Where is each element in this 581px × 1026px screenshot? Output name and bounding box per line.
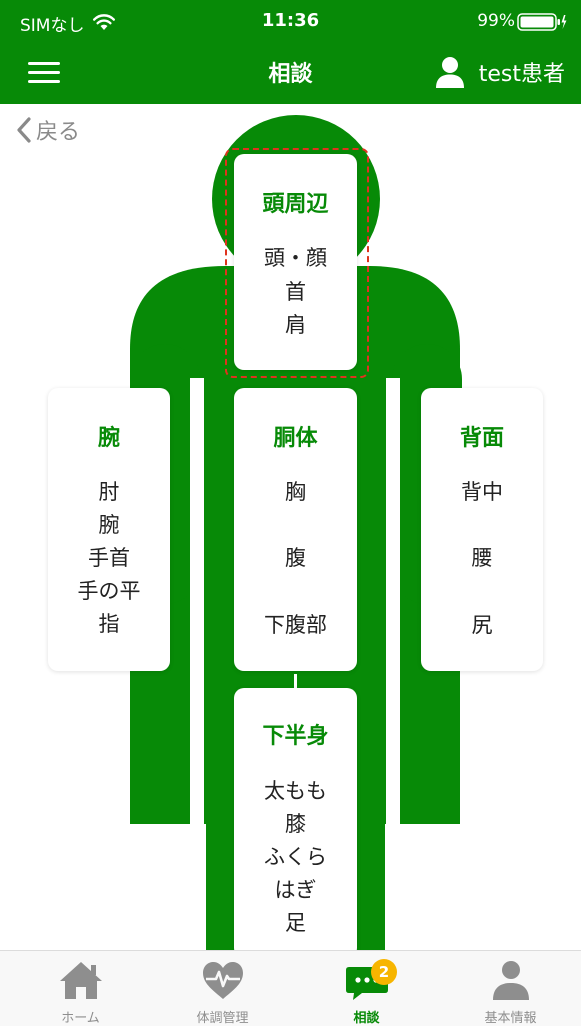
tab-label-health: 体調管理 — [196, 1011, 249, 1026]
navigation-bar: 相談 test患者 — [0, 40, 581, 104]
region-item[interactable]: 下腹部 — [234, 611, 357, 639]
region-item[interactable]: 肩 — [234, 311, 357, 339]
region-item[interactable]: 足 — [234, 909, 357, 937]
tab-consultation[interactable]: 2 相談 — [294, 951, 439, 1026]
bottom-tab-bar: ホーム 体調管理 2 相談 基本情報 — [0, 950, 581, 1026]
tab-basic-info[interactable]: 基本情報 — [438, 951, 581, 1026]
region-card-torso[interactable]: 胴体 胸 腹 下腹部 — [234, 388, 357, 671]
region-item[interactable]: 尻 — [421, 611, 543, 639]
battery-icon — [517, 13, 567, 31]
region-item[interactable]: 手の平 — [48, 577, 170, 605]
region-item[interactable]: 胸 — [234, 478, 357, 506]
region-card-back[interactable]: 背面 背中 腰 尻 — [421, 388, 543, 671]
region-item[interactable]: 背中 — [421, 478, 543, 506]
user-icon — [435, 57, 464, 88]
status-bar: SIMなし 11:36 99% — [0, 0, 581, 40]
region-item[interactable]: 指 — [48, 610, 170, 638]
notification-badge: 2 — [371, 959, 397, 985]
tab-home[interactable]: ホーム — [8, 951, 153, 1026]
region-item[interactable]: ふくら — [234, 843, 357, 871]
region-title-head: 頭周辺 — [262, 192, 329, 217]
user-profile-button[interactable]: test患者 — [435, 52, 565, 92]
region-item[interactable]: 首 — [234, 278, 357, 306]
consultation-screen: SIMなし 11:36 99% 相談 test患者 戻る 頭周辺 頭・顔 首 肩… — [0, 0, 581, 1026]
region-item[interactable]: 太もも — [234, 777, 357, 805]
region-title-lower-body: 下半身 — [262, 724, 329, 749]
region-item[interactable]: 手首 — [48, 544, 170, 572]
tab-label-basic-info: 基本情報 — [484, 1011, 537, 1026]
region-title-back: 背面 — [459, 426, 504, 451]
heart-pulse-icon — [202, 962, 243, 999]
region-card-lower-body[interactable]: 下半身 太もも 膝 ふくら はぎ 足 — [234, 688, 357, 958]
region-item[interactable]: 腕 — [48, 511, 170, 539]
back-button[interactable]: 戻る — [14, 114, 80, 146]
region-card-arm[interactable]: 腕 肘 腕 手首 手の平 指 — [48, 388, 170, 671]
tab-label-consultation: 相談 — [353, 1011, 380, 1026]
home-icon — [59, 962, 102, 999]
region-item[interactable]: 肘 — [48, 478, 170, 506]
region-title-arm: 腕 — [97, 426, 120, 451]
back-label: 戻る — [36, 120, 81, 145]
region-item[interactable]: はぎ — [234, 876, 357, 904]
tab-label-home: ホーム — [61, 1011, 100, 1026]
region-card-head[interactable]: 頭周辺 頭・顔 首 肩 — [234, 154, 357, 370]
region-item[interactable]: 腰 — [421, 544, 543, 572]
person-icon — [492, 961, 529, 1000]
region-item[interactable]: 腹 — [234, 544, 357, 572]
user-name: test患者 — [478, 62, 565, 87]
region-item[interactable]: 膝 — [234, 810, 357, 838]
tab-health[interactable]: 体調管理 — [150, 951, 295, 1026]
chevron-left-icon — [17, 117, 31, 143]
battery-percent: 99% — [477, 11, 515, 31]
top-bar: SIMなし 11:36 99% 相談 test患者 — [0, 0, 581, 104]
region-title-torso: 胴体 — [273, 426, 318, 451]
region-item[interactable]: 頭・顔 — [234, 244, 357, 272]
